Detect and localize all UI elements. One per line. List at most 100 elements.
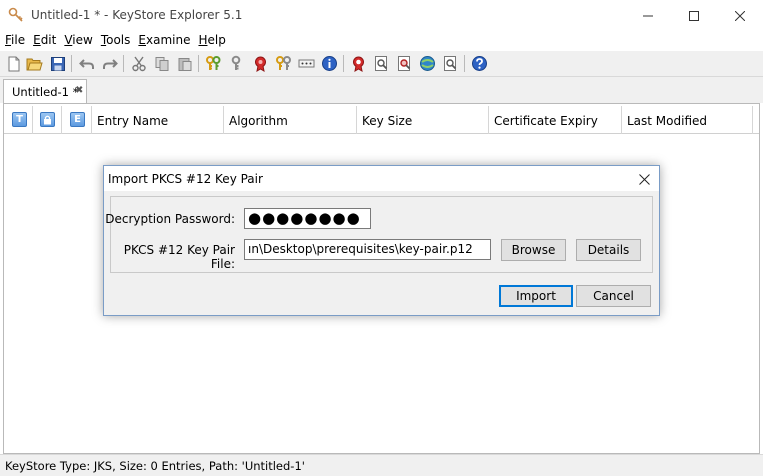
menu-label: dit: [40, 33, 57, 47]
open-button[interactable]: [25, 54, 44, 73]
undo-icon: [78, 58, 94, 69]
column-header-algorithm[interactable]: Algorithm: [224, 106, 357, 134]
new-file-icon: [8, 56, 19, 71]
examine-csr-icon: [398, 56, 411, 71]
examine-certificate-icon: [353, 56, 364, 72]
column-header-last-modified[interactable]: Last Modified: [622, 106, 753, 134]
properties-button[interactable]: [320, 54, 339, 73]
info-icon: [322, 56, 337, 71]
menu-mnemonic: H: [198, 33, 208, 47]
entry-type-icon: T: [12, 112, 27, 127]
examine-clipboard-icon: [444, 56, 457, 71]
window-title: Untitled-1 * - KeyStore Explorer 5.1: [31, 8, 243, 22]
cancel-button[interactable]: Cancel: [576, 285, 651, 307]
examine-ssl-icon: [420, 56, 435, 71]
generate-secret-key-button[interactable]: [228, 54, 247, 73]
paste-icon: [178, 57, 191, 71]
paste-button[interactable]: [175, 54, 194, 73]
close-icon: [638, 173, 650, 185]
examine-crl-icon: [375, 56, 388, 71]
toolbar-separator: [71, 55, 72, 72]
tab-strip: Untitled-1 * ✖: [0, 77, 763, 103]
decryption-password-field[interactable]: ●●●●●●●●: [244, 208, 371, 229]
save-icon: [50, 56, 65, 71]
copy-button[interactable]: [152, 54, 171, 73]
column-header-certificate-expiry[interactable]: Certificate Expiry: [489, 106, 622, 134]
import-button[interactable]: Import: [499, 285, 573, 307]
examine-ssl-button[interactable]: [418, 54, 437, 73]
help-button[interactable]: [470, 54, 489, 73]
menu-label: ools: [106, 33, 131, 47]
menu-tools[interactable]: Tools: [96, 31, 131, 51]
menu-edit[interactable]: Edit: [28, 31, 56, 51]
status-text: KeyStore Type: JKS, Size: 0 Entries, Pat…: [5, 459, 305, 473]
details-button[interactable]: Details: [576, 239, 641, 261]
redo-icon: [102, 58, 118, 69]
tab-label: Untitled-1 *: [12, 85, 79, 99]
tab-untitled-1[interactable]: Untitled-1 * ✖: [3, 79, 87, 103]
menu-view[interactable]: View: [59, 31, 92, 51]
pkcs12-file-label: PKCS #12 Key Pair File:: [123, 243, 235, 271]
toolbar-separator: [198, 55, 199, 72]
column-header-key-size[interactable]: Key Size: [357, 106, 489, 134]
close-button[interactable]: [717, 0, 763, 31]
save-button[interactable]: [48, 54, 67, 73]
cut-button[interactable]: [129, 54, 148, 73]
toolbar-separator: [123, 55, 124, 72]
import-key-pair-button[interactable]: [274, 54, 293, 73]
import-trusted-certificate-button[interactable]: [251, 54, 270, 73]
menu-bar: File Edit View Tools Examine Help: [0, 31, 763, 51]
menu-mnemonic: E: [33, 33, 41, 47]
status-bar: KeyStore Type: JKS, Size: 0 Entries, Pat…: [0, 454, 763, 476]
menu-label: elp: [207, 33, 226, 47]
maximize-button[interactable]: [671, 0, 717, 31]
dialog-close-button[interactable]: [632, 169, 656, 189]
import-key-pair-icon: [276, 56, 291, 70]
import-pkcs12-dialog: Import PKCS #12 Key Pair Decryption Pass…: [103, 165, 660, 316]
minimize-button[interactable]: [625, 0, 671, 31]
tab-close-icon[interactable]: ✖: [75, 85, 83, 96]
keystore-explorer-logo-icon: [8, 7, 23, 22]
generate-key-pair-button[interactable]: [204, 54, 223, 73]
menu-label: iew: [72, 33, 93, 47]
lock-icon: [40, 112, 55, 127]
set-password-icon: [298, 59, 315, 68]
new-button[interactable]: [4, 54, 23, 73]
dialog-body: Decryption Password: ●●●●●●●● PKCS #12 K…: [104, 191, 659, 315]
table-header: T E Entry Name Algorithm Key Size Certif…: [4, 106, 759, 134]
dialog-title: Import PKCS #12 Key Pair: [108, 172, 263, 186]
column-header-lock[interactable]: [33, 106, 62, 134]
column-header-type[interactable]: T: [4, 106, 33, 134]
help-icon: [472, 56, 487, 71]
menu-label: ile: [11, 33, 26, 47]
examine-certificate-button[interactable]: [349, 54, 368, 73]
menu-mnemonic: E: [138, 33, 146, 47]
open-folder-icon: [26, 58, 43, 70]
maximize-icon: [689, 10, 699, 21]
set-password-button[interactable]: [297, 54, 316, 73]
examine-csr-button[interactable]: [395, 54, 414, 73]
copy-icon: [155, 56, 168, 71]
generate-key-pair-icon: [206, 56, 221, 70]
menu-help[interactable]: Help: [193, 31, 225, 51]
examine-clipboard-button[interactable]: [441, 54, 460, 73]
toolbar: [0, 51, 763, 77]
window-titlebar: Untitled-1 * - KeyStore Explorer 5.1: [0, 0, 763, 31]
toolbar-separator: [464, 55, 465, 72]
decryption-password-label: Decryption Password:: [105, 212, 235, 226]
column-header-entry-name[interactable]: Entry Name: [92, 106, 224, 134]
menu-examine[interactable]: Examine: [133, 31, 190, 51]
expiry-status-icon: E: [70, 112, 85, 127]
menu-file[interactable]: File: [0, 31, 25, 51]
minimize-icon: [643, 15, 653, 16]
browse-button[interactable]: Browse: [501, 239, 566, 261]
import-trusted-certificate-icon: [255, 56, 266, 72]
examine-crl-button[interactable]: [372, 54, 391, 73]
close-icon: [735, 10, 745, 21]
generate-secret-key-icon: [231, 55, 241, 70]
toolbar-separator: [343, 55, 344, 72]
column-header-expiry-status[interactable]: E: [62, 106, 92, 134]
pkcs12-file-path-field[interactable]: ın\Desktop\prerequisites\key-pair.p12: [244, 239, 491, 260]
redo-button[interactable]: [100, 54, 119, 73]
undo-button[interactable]: [77, 54, 96, 73]
